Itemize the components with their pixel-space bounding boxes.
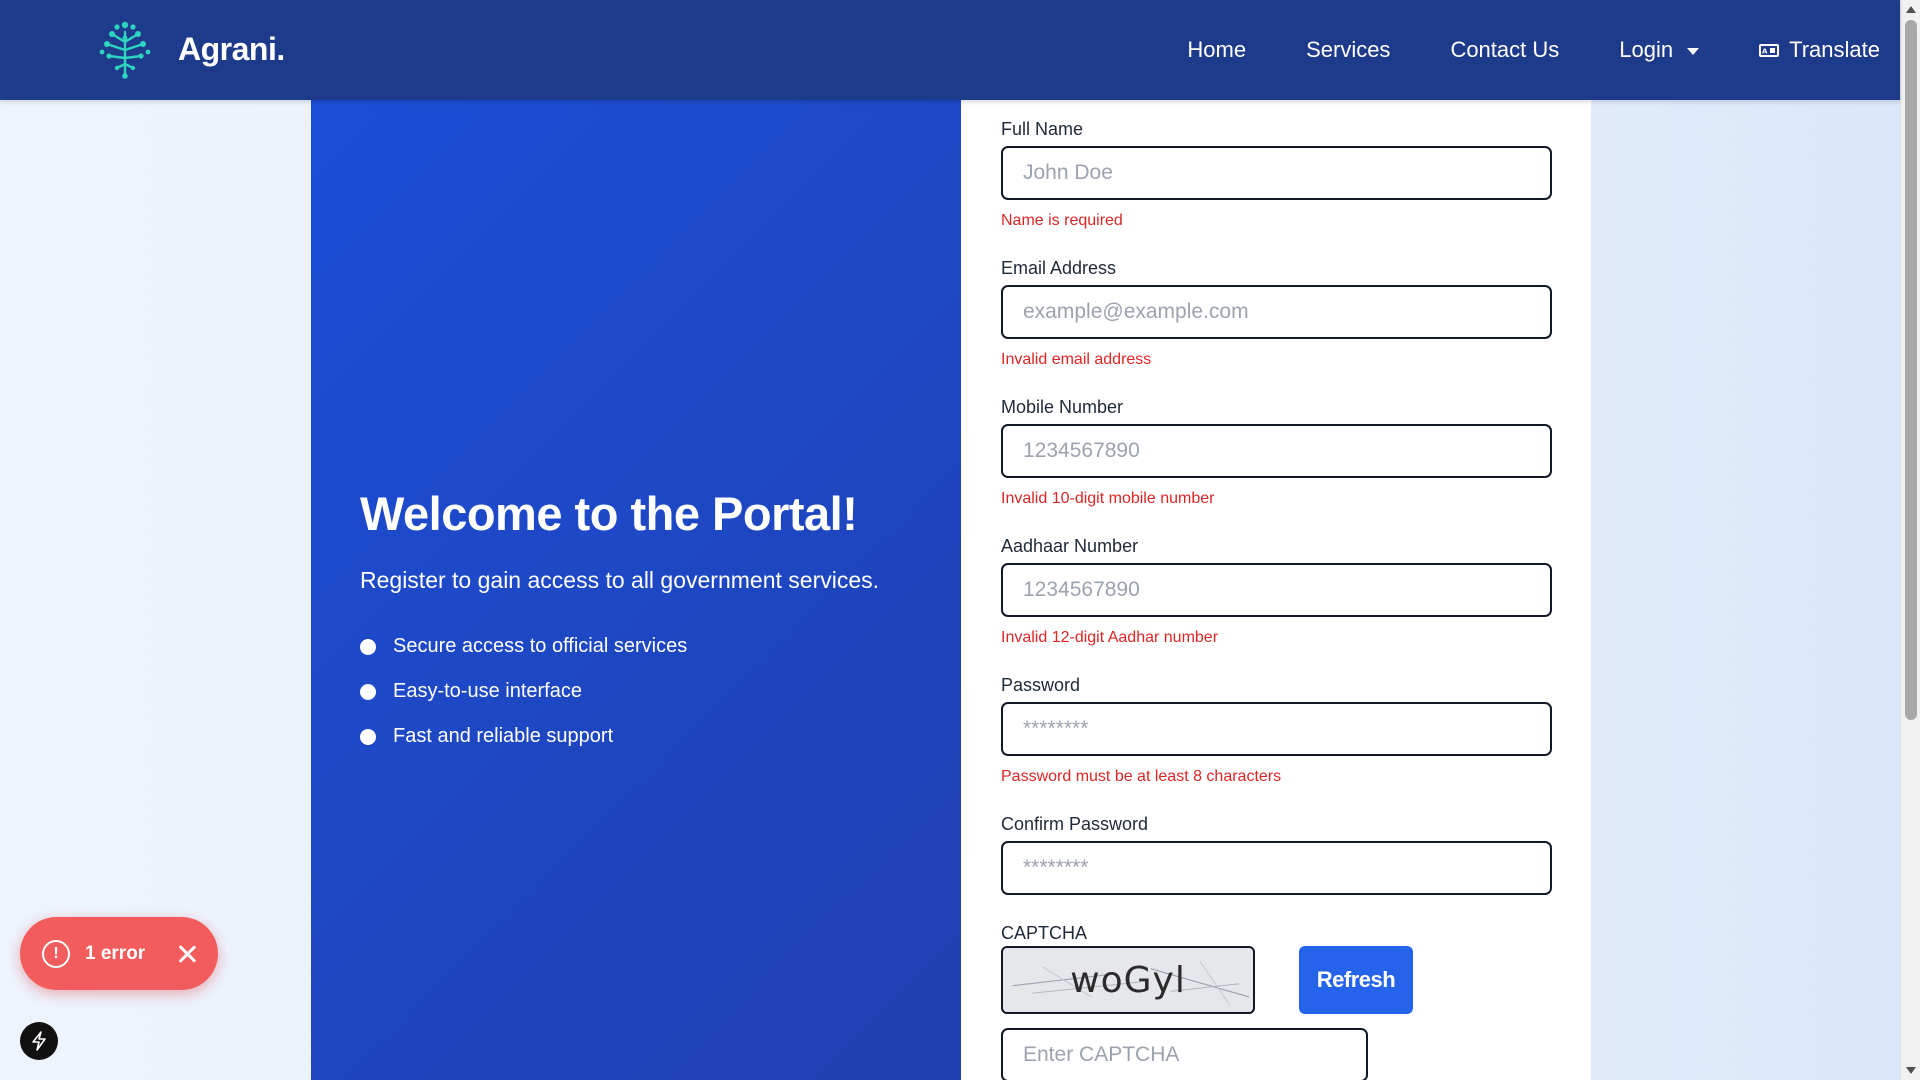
feature-text: Fast and reliable support	[393, 725, 614, 747]
page-scrollbar[interactable]	[1900, 0, 1920, 1080]
registration-form-panel: Full Name Name is required Email Address…	[961, 100, 1591, 1080]
nav-contact-link[interactable]: Contact Us	[1450, 37, 1559, 63]
email-field: Email Address Invalid email address	[1001, 257, 1552, 396]
alert-circle-icon: !	[42, 939, 70, 968]
error-toast[interactable]: ! 1 error	[20, 917, 218, 990]
aadhaar-error: Invalid 12-digit Aadhar number	[1001, 629, 1219, 646]
password-input[interactable]	[1001, 702, 1552, 756]
aadhaar-field: Aadhaar Number Invalid 12-digit Aadhar n…	[1001, 535, 1552, 674]
bullet-icon	[360, 728, 376, 745]
confirm-password-input[interactable]	[1001, 841, 1552, 895]
close-icon[interactable]	[177, 944, 197, 964]
email-label: Email Address	[1001, 258, 1117, 278]
full-name-error: Name is required	[1001, 212, 1123, 229]
nav-login-label: Login	[1619, 37, 1674, 62]
mobile-field: Mobile Number Invalid 10-digit mobile nu…	[1001, 396, 1552, 535]
top-navbar: Agrani. Home Services Contact Us Login A…	[0, 0, 1900, 100]
email-error: Invalid email address	[1001, 351, 1152, 368]
captcha-image: woGyl	[1001, 946, 1255, 1014]
welcome-content: Welcome to the Portal! Register to gain …	[360, 486, 940, 759]
scrollbar-thumb[interactable]	[1905, 20, 1917, 720]
nav-translate-button[interactable]: A Translate	[1759, 37, 1880, 63]
captcha-section: CAPTCHA woGyl Refresh	[1001, 922, 1552, 1080]
welcome-subtitle: Register to gain access to all governmen…	[360, 567, 880, 593]
captcha-code: woGyl	[1070, 959, 1186, 1001]
email-input[interactable]	[1001, 285, 1552, 339]
welcome-panel: Welcome to the Portal! Register to gain …	[311, 100, 961, 1080]
password-error: Password must be at least 8 characters	[1001, 768, 1282, 785]
feature-item: Fast and reliable support	[360, 714, 940, 759]
error-toast-text: 1 error	[85, 942, 146, 964]
svg-text:A: A	[1762, 47, 1768, 54]
registration-form: Full Name Name is required Email Address…	[1001, 118, 1552, 1080]
chevron-down-icon	[1687, 47, 1700, 55]
full-name-input[interactable]	[1001, 146, 1552, 200]
feature-list: Secure access to official services Easy-…	[360, 624, 940, 759]
feature-text: Secure access to official services	[393, 635, 688, 657]
bullet-icon	[360, 638, 376, 655]
agrani-logo-icon	[99, 21, 151, 79]
feature-text: Easy-to-use interface	[393, 680, 582, 702]
lightning-icon	[32, 1031, 46, 1051]
password-label: Password	[1001, 675, 1081, 695]
scroll-up-icon[interactable]	[1906, 6, 1916, 13]
mobile-error: Invalid 10-digit mobile number	[1001, 490, 1215, 507]
full-name-field: Full Name Name is required	[1001, 118, 1552, 257]
feature-item: Easy-to-use interface	[360, 669, 940, 714]
nav-login-dropdown[interactable]: Login	[1619, 37, 1700, 63]
aadhaar-label: Aadhaar Number	[1001, 536, 1139, 556]
brand[interactable]: Agrani.	[98, 18, 285, 80]
confirm-password-label: Confirm Password	[1001, 814, 1149, 834]
password-field: Password Password must be at least 8 cha…	[1001, 674, 1552, 813]
captcha-label: CAPTCHA	[1001, 923, 1088, 943]
captcha-row: woGyl Refresh	[1001, 946, 1552, 1014]
captcha-input[interactable]	[1001, 1028, 1368, 1080]
bullet-icon	[360, 683, 376, 700]
nav-links: Home Services Contact Us Login A Transla…	[1187, 0, 1880, 100]
confirm-password-field: Confirm Password	[1001, 813, 1552, 921]
mobile-input[interactable]	[1001, 424, 1552, 478]
mobile-label: Mobile Number	[1001, 397, 1124, 417]
full-name-label: Full Name	[1001, 119, 1084, 139]
scroll-down-icon[interactable]	[1906, 1067, 1916, 1074]
nav-home-link[interactable]: Home	[1187, 37, 1246, 63]
translate-icon: A	[1759, 43, 1780, 57]
welcome-title: Welcome to the Portal!	[360, 487, 858, 540]
aadhaar-input[interactable]	[1001, 563, 1552, 617]
nav-services-link[interactable]: Services	[1306, 37, 1390, 63]
brand-name: Agrani.	[178, 30, 285, 67]
nav-translate-label: Translate	[1789, 37, 1880, 62]
dev-tools-badge[interactable]	[20, 1022, 58, 1060]
captcha-refresh-button[interactable]: Refresh	[1299, 946, 1413, 1014]
feature-item: Secure access to official services	[360, 624, 940, 669]
